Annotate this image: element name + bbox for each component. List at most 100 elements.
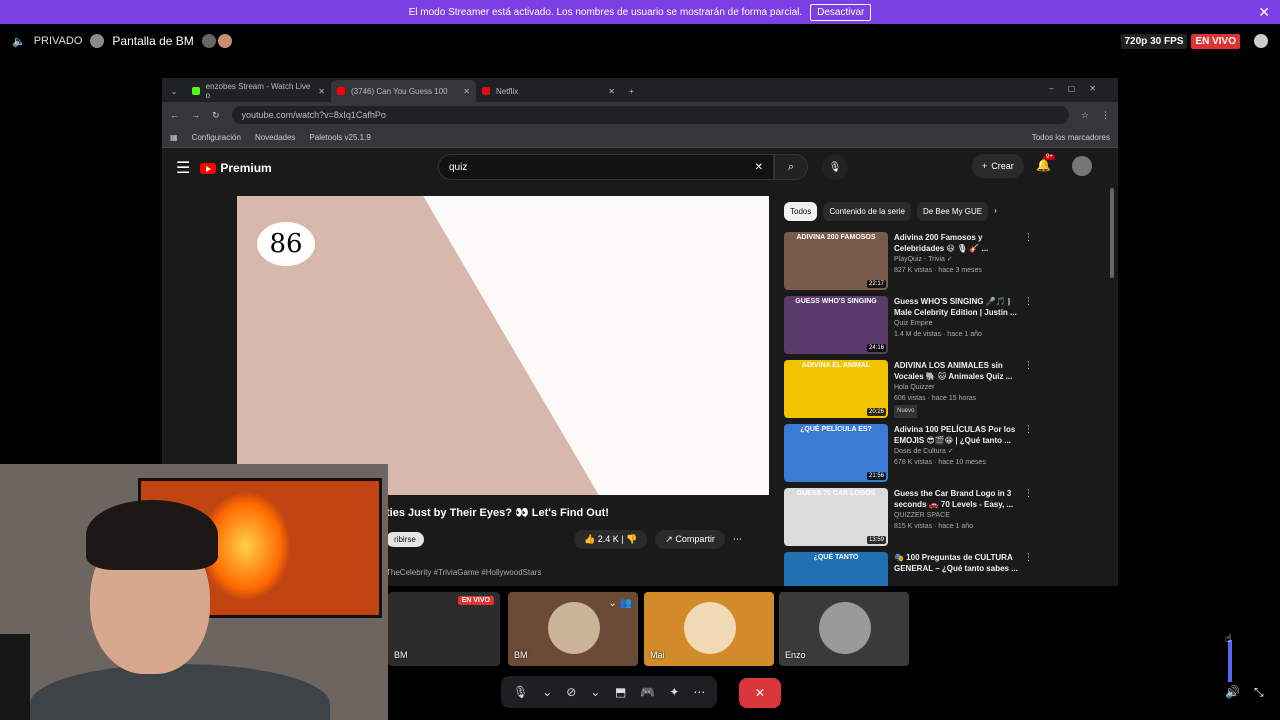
- browser-tab[interactable]: Netflix ✕: [476, 80, 621, 102]
- share-button[interactable]: ↗ Compartir: [655, 530, 725, 549]
- video-title[interactable]: ADIVINA LOS ANIMALES sin Vocales 🐘 🐱 Ani…: [894, 360, 1018, 382]
- volume-slider[interactable]: [1228, 640, 1232, 682]
- new-tab-icon[interactable]: +: [621, 87, 642, 102]
- video-player[interactable]: 86: [237, 196, 769, 495]
- video-meta: 606 vistas · hace 15 horas: [894, 395, 977, 402]
- tab-search-icon[interactable]: ⌄: [162, 87, 186, 102]
- apps-icon[interactable]: ▦: [170, 133, 178, 142]
- participant-tile[interactable]: EN VIVO BM: [388, 592, 500, 666]
- related-video-item[interactable]: GUESS 70 CAR LOGOS 13:59 Guess the Car Bra…: [784, 488, 1033, 552]
- streamer-mode-banner: El modo Streamer está activado. Los nomb…: [0, 0, 1280, 24]
- related-video-item[interactable]: ADIVINA 200 FAMOSOS 22:17 Adivina 200 Famo…: [784, 232, 1033, 296]
- youtube-icon: [337, 87, 345, 95]
- youtube-logo[interactable]: Premium: [200, 161, 272, 175]
- video-thumbnail[interactable]: ADIVINA 200 FAMOSOS 22:17: [784, 232, 888, 290]
- star-icon[interactable]: ☆: [1081, 110, 1089, 121]
- avatar[interactable]: [1072, 156, 1092, 176]
- more-icon[interactable]: ⋯: [733, 530, 742, 549]
- more-icon[interactable]: ⋮: [1024, 296, 1033, 360]
- channel-name[interactable]: Hola Quizzer: [894, 382, 1018, 393]
- participant-tile[interactable]: BM ⌄ 👥: [508, 592, 638, 666]
- chip-channel[interactable]: De Bee My GUE: [916, 202, 989, 221]
- more-icon[interactable]: ⋯: [693, 685, 705, 699]
- channel-name[interactable]: PlayQuiz - Trivia ✓: [894, 254, 1018, 265]
- participant-tile[interactable]: Enzo: [779, 592, 909, 666]
- fullscreen-icon[interactable]: ⤡: [1254, 685, 1264, 700]
- camera-off-icon[interactable]: ⊘: [566, 685, 576, 699]
- video-title[interactable]: Adivina 200 Famosos y Celebridades 😃 🎙 🎸…: [894, 232, 1018, 254]
- channel-name[interactable]: QUIZZER SPACE: [894, 510, 1018, 521]
- avatar: [201, 34, 216, 48]
- soundboard-icon[interactable]: ✦: [669, 685, 679, 699]
- cursor-hand-icon: ☝: [1225, 633, 1232, 645]
- close-icon[interactable]: ✕: [608, 87, 615, 96]
- video-thumbnail[interactable]: ¿QUÉ TANTO: [784, 552, 888, 586]
- microphone-icon[interactable]: 🎙: [513, 685, 528, 699]
- url-input[interactable]: youtube.com/watch?v=8xIq1CafhPo: [231, 106, 1069, 124]
- chevron-down-icon[interactable]: ⌄: [542, 685, 552, 699]
- video-thumbnail[interactable]: ADIVINA EL ANIMAL 20:26: [784, 360, 888, 418]
- screen-share-icon[interactable]: ⬒: [615, 685, 626, 699]
- create-button[interactable]: + Crear: [972, 154, 1024, 178]
- more-icon[interactable]: ⋮: [1024, 552, 1033, 586]
- more-icon[interactable]: ⋮: [1024, 360, 1033, 424]
- activity-icon[interactable]: 🎮: [640, 685, 655, 699]
- window-controls[interactable]: –▢✕: [1049, 84, 1110, 93]
- close-icon[interactable]: ✕: [1258, 4, 1270, 21]
- chevron-down-icon[interactable]: ⌄: [590, 685, 600, 699]
- chevron-down-icon[interactable]: ⌄ 👥: [608, 598, 632, 609]
- chevron-right-icon[interactable]: ›: [994, 202, 997, 221]
- channel-name[interactable]: Quiz Empire: [894, 318, 1018, 329]
- video-thumbnail[interactable]: GUESS 70 CAR LOGOS 13:59: [784, 488, 888, 546]
- like-button[interactable]: 👍 2.4 K | 👎: [574, 530, 648, 549]
- close-icon[interactable]: ✕: [463, 87, 470, 96]
- video-thumbnail[interactable]: ¿QUÉ PELÍCULA ES? 21:56: [784, 424, 888, 482]
- more-icon[interactable]: ⋮: [1024, 424, 1033, 488]
- video-thumbnail[interactable]: GUESS WHO'S SINGING 24:16: [784, 296, 888, 354]
- hamburger-icon[interactable]: ☰: [176, 158, 190, 178]
- volume-icon[interactable]: 🔈: [12, 35, 26, 48]
- subscribe-button[interactable]: ribirse: [386, 532, 424, 547]
- more-icon[interactable]: ⋮: [1024, 232, 1033, 296]
- chat-icon[interactable]: [1254, 34, 1268, 48]
- close-icon[interactable]: ✕: [318, 87, 325, 96]
- search-icon[interactable]: ⌕: [774, 154, 808, 180]
- address-bar: ← → ↻ youtube.com/watch?v=8xIq1CafhPo ☆ …: [162, 102, 1118, 128]
- video-title[interactable]: Guess WHO'S SINGING 🎤🎵 | Male Celebrity …: [894, 296, 1018, 318]
- search-input[interactable]: quiz ✕: [438, 154, 774, 180]
- reload-icon[interactable]: ↻: [212, 110, 220, 121]
- browser-tab[interactable]: (3746) Can You Guess 100 ✕: [331, 80, 476, 102]
- menu-icon[interactable]: ⋮: [1101, 110, 1110, 121]
- scrollbar[interactable]: [1110, 188, 1114, 278]
- microphone-icon[interactable]: 🎙: [822, 154, 848, 180]
- bookmark-settings[interactable]: Configuración: [192, 133, 241, 142]
- forward-icon[interactable]: →: [191, 110, 200, 120]
- person-hair: [86, 500, 218, 570]
- bookmark-paletools[interactable]: Paletools v25.1.9: [309, 133, 370, 142]
- related-video-item[interactable]: GUESS WHO'S SINGING 24:16 Guess WHO'S SING…: [784, 296, 1033, 360]
- all-bookmarks[interactable]: Todos los marcadores: [1032, 133, 1110, 142]
- back-icon[interactable]: ←: [170, 110, 179, 120]
- clear-icon[interactable]: ✕: [755, 162, 763, 173]
- chip-series[interactable]: Contenido de la serie: [823, 202, 911, 221]
- chip-all[interactable]: Todos: [784, 202, 818, 221]
- duration-badge: 24:16: [866, 344, 886, 352]
- video-title[interactable]: Guess the Car Brand Logo in 3 seconds 🚗 …: [894, 488, 1018, 510]
- new-badge: Nuevo: [894, 405, 918, 418]
- notifications-icon[interactable]: 🔔 9+: [1036, 154, 1055, 172]
- thumbnail-text: ADIVINA 200 FAMOSOS: [796, 234, 876, 241]
- more-icon[interactable]: ⋮: [1024, 488, 1033, 552]
- participant-tile[interactable]: Mai: [644, 592, 774, 666]
- related-video-item[interactable]: ¿QUÉ TANTO 🎭 100 Preguntas de CULTURA GEN…: [784, 552, 1033, 586]
- browser-tab[interactable]: enzobes Stream - Watch Live o ✕: [186, 80, 331, 102]
- disconnect-button[interactable]: ✕: [739, 678, 781, 708]
- video-title[interactable]: 🎭 100 Preguntas de CULTURA GENERAL – ¿Qu…: [894, 552, 1018, 574]
- video-title[interactable]: Adivina 100 PELÍCULAS Por los EMOJIS 😎🎬😁…: [894, 424, 1018, 446]
- bookmark-news[interactable]: Novedades: [255, 133, 295, 142]
- related-video-item[interactable]: ADIVINA EL ANIMAL 20:26 ADIVINA LOS ANIMAL…: [784, 360, 1033, 424]
- tab-label: (3746) Can You Guess 100: [351, 86, 448, 96]
- disable-streamer-button[interactable]: Desactivar: [810, 3, 872, 21]
- related-video-item[interactable]: ¿QUÉ PELÍCULA ES? 21:56 Adivina 100 PELÍCU…: [784, 424, 1033, 488]
- channel-name[interactable]: Dosis de Cultura ✓: [894, 446, 1018, 457]
- volume-icon[interactable]: 🔊: [1225, 685, 1240, 699]
